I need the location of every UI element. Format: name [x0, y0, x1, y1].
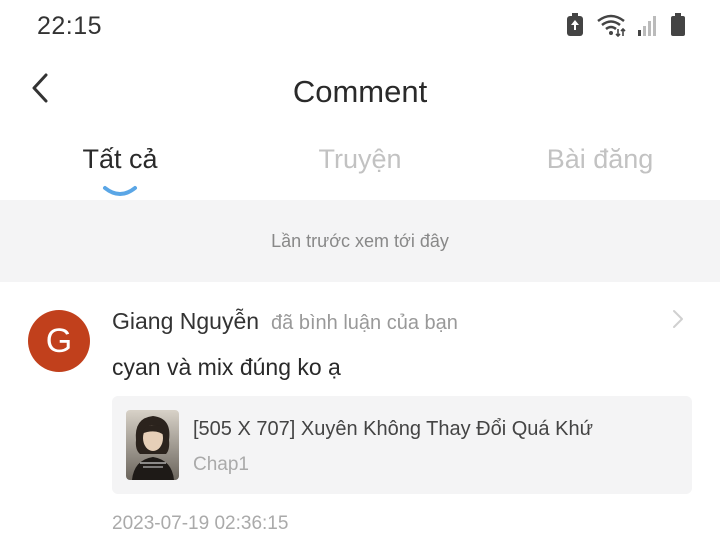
comment-item[interactable]: G Giang Nguyễn đã bình luận của bạn cyan…	[0, 282, 720, 558]
story-card[interactable]: [505 X 707] Xuyên Không Thay Đổi Quá Khứ…	[112, 396, 692, 494]
wifi-icon	[596, 13, 626, 37]
tab-all[interactable]: Tất cả	[0, 144, 240, 175]
story-thumbnail	[126, 410, 179, 480]
tab-posts[interactable]: Bài đăng	[480, 144, 720, 175]
comment-header: Giang Nguyễn đã bình luận của bạn	[112, 308, 458, 335]
signal-icon	[638, 14, 658, 36]
status-time: 22:15	[37, 12, 103, 40]
avatar-letter: G	[45, 321, 73, 360]
chevron-right-icon[interactable]	[670, 308, 686, 330]
battery-icon	[670, 13, 686, 37]
app-header: Comment	[0, 60, 720, 124]
data-saver-icon	[566, 13, 584, 37]
status-bar: 22:15	[0, 0, 720, 54]
last-read-label: Lần trước xem tới đây	[271, 230, 449, 251]
comment-text: cyan và mix đúng ko ạ	[112, 354, 341, 380]
last-read-divider: Lần trước xem tới đây	[0, 200, 720, 282]
comment-action: đã bình luận của bạn	[271, 312, 458, 334]
page-title: Comment	[292, 74, 428, 109]
comment-timestamp: 2023-07-19 02:36:15	[112, 513, 289, 534]
tab-stories[interactable]: Truyện	[240, 144, 480, 175]
avatar[interactable]: G	[28, 310, 90, 372]
story-title: [505 X 707] Xuyên Không Thay Đổi Quá Khứ	[193, 418, 593, 440]
user-name[interactable]: Giang Nguyễn	[112, 308, 259, 335]
active-tab-indicator	[102, 184, 138, 198]
story-chapter: Chap1	[193, 454, 249, 475]
tab-bar: Tất cả Truyện Bài đăng	[0, 140, 720, 198]
status-icons	[566, 13, 686, 37]
